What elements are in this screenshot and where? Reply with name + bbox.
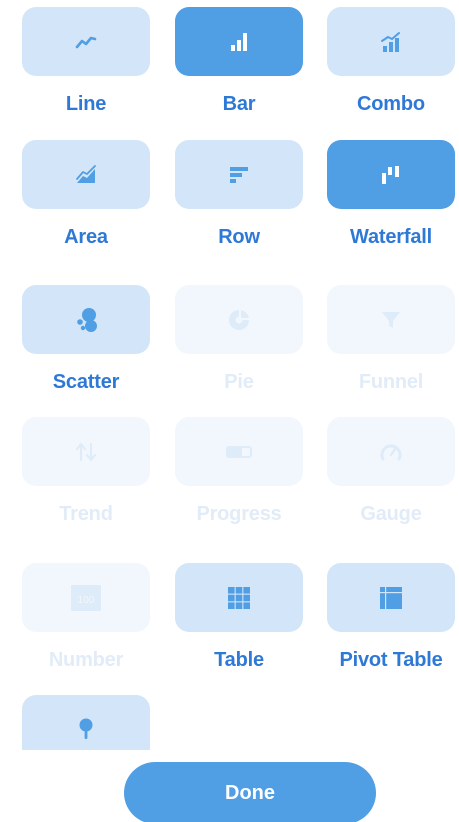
viz-option-table[interactable]: Table <box>175 563 303 672</box>
trend-arrows-icon <box>76 442 96 461</box>
viz-tile-pie[interactable] <box>175 285 303 354</box>
viz-label: Progress <box>196 503 282 525</box>
viz-option-pie[interactable]: Pie <box>175 285 303 394</box>
viz-label: Funnel <box>358 371 424 393</box>
viz-label: Number <box>48 649 124 671</box>
viz-option-row[interactable]: Row <box>175 140 303 249</box>
viz-option-trend[interactable]: Trend <box>22 417 150 526</box>
viz-tile-trend[interactable] <box>22 417 150 486</box>
line-chart-icon <box>75 36 97 48</box>
table-grid-icon <box>228 586 250 609</box>
area-chart-icon <box>76 164 96 183</box>
viz-option-line[interactable]: Line <box>22 7 150 116</box>
gauge-icon <box>380 443 402 460</box>
viz-option-pivot-table[interactable]: Pivot Table <box>327 563 455 672</box>
viz-tile-gauge[interactable] <box>327 417 455 486</box>
scatter-chart-icon <box>77 307 97 332</box>
viz-tile-line[interactable] <box>22 7 150 76</box>
viz-tile-area[interactable] <box>22 140 150 209</box>
number-icon: 100 <box>71 584 101 611</box>
done-button[interactable]: Done <box>124 762 376 822</box>
viz-tile-bar[interactable] <box>175 7 303 76</box>
viz-label: Pivot Table <box>339 649 443 671</box>
viz-option-combo[interactable]: Combo <box>327 7 455 116</box>
viz-option-waterfall[interactable]: Waterfall <box>327 140 455 249</box>
viz-option-area[interactable]: Area <box>22 140 150 249</box>
pivot-table-icon <box>380 586 402 609</box>
viz-label: Gauge <box>360 503 422 525</box>
viz-tile-progress[interactable] <box>175 417 303 486</box>
viz-tile-row[interactable] <box>175 140 303 209</box>
viz-label: Line <box>65 93 107 115</box>
viz-tile-funnel[interactable] <box>327 285 455 354</box>
map-pin-icon <box>79 718 93 739</box>
viz-option-map[interactable] <box>22 695 150 750</box>
viz-tile-scatter[interactable] <box>22 285 150 354</box>
pie-chart-icon <box>229 309 249 330</box>
viz-label: Bar <box>222 93 256 115</box>
bar-chart-icon <box>231 32 247 51</box>
waterfall-chart-icon <box>382 165 399 184</box>
progress-bar-icon <box>226 445 252 458</box>
viz-option-gauge[interactable]: Gauge <box>327 417 455 526</box>
viz-tile-map[interactable] <box>22 695 150 750</box>
viz-tile-table[interactable] <box>175 563 303 632</box>
viz-option-funnel[interactable]: Funnel <box>327 285 455 394</box>
viz-label: Row <box>218 226 260 248</box>
viz-option-scatter[interactable]: Scatter <box>22 285 150 394</box>
viz-label: Scatter <box>52 371 120 393</box>
viz-label: Area <box>64 226 108 248</box>
viz-label: Waterfall <box>350 226 432 248</box>
funnel-icon <box>382 311 400 328</box>
viz-label: Trend <box>59 503 113 525</box>
viz-option-number[interactable]: 100 Number <box>22 563 150 672</box>
viz-tile-pivot-table[interactable] <box>327 563 455 632</box>
viz-label: Pie <box>224 371 254 393</box>
viz-label: Combo <box>357 93 425 115</box>
viz-option-progress[interactable]: Progress <box>175 417 303 526</box>
viz-label: Table <box>214 649 264 671</box>
viz-tile-number[interactable]: 100 <box>22 563 150 632</box>
combo-chart-icon <box>381 31 400 52</box>
viz-tile-combo[interactable] <box>327 7 455 76</box>
visualization-picker: Line Bar Combo Area Row Waterfall Scatte… <box>0 0 459 750</box>
row-chart-icon <box>230 166 248 183</box>
viz-tile-waterfall[interactable] <box>327 140 455 209</box>
viz-option-bar[interactable]: Bar <box>175 7 303 116</box>
number-icon-text: 100 <box>78 595 95 606</box>
